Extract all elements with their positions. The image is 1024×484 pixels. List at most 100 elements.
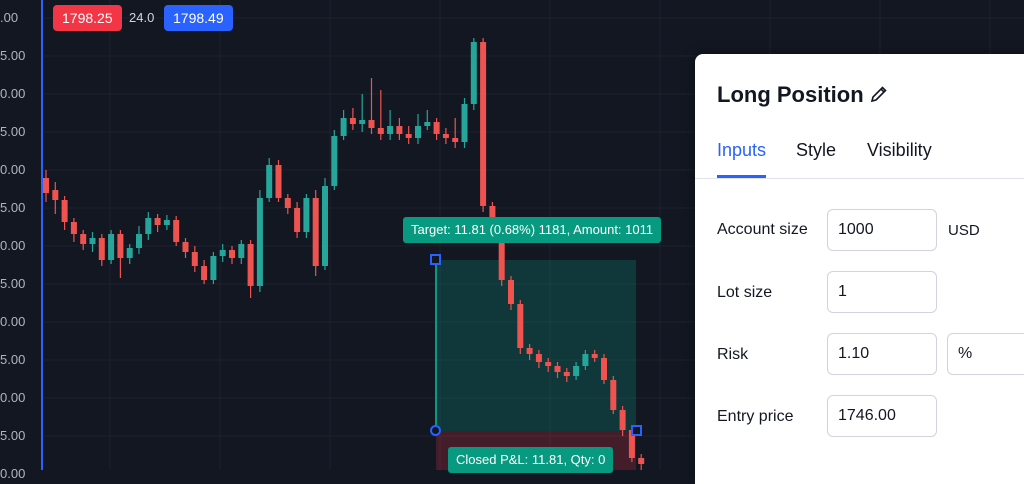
candle-body [554, 366, 561, 372]
lot-size-input[interactable]: 1 [827, 271, 937, 313]
entry-handle[interactable] [430, 425, 441, 436]
candle-body [573, 366, 580, 376]
settings-dialog: Long Position Inputs Style Visibility Ac… [695, 54, 1024, 484]
candle-body [117, 234, 124, 258]
candle-body [535, 354, 542, 362]
candle-body [377, 128, 384, 134]
candle-body [591, 354, 598, 358]
candle-body [210, 256, 217, 280]
candle-body [182, 242, 189, 252]
candle-body [303, 198, 310, 232]
candle-body [275, 165, 282, 198]
candle-body [470, 42, 477, 104]
price-axis-label: 5.00 [0, 124, 26, 139]
tab-inputs[interactable]: Inputs [717, 140, 766, 161]
tab-divider [695, 178, 1024, 179]
account-size-unit: USD [948, 222, 980, 239]
candle-body [256, 198, 263, 286]
candle-body [80, 234, 87, 244]
candle-body [442, 134, 449, 138]
price-axis-label: 5.00 [0, 200, 26, 215]
spread-label: 24.0 [129, 10, 155, 25]
target-label: Target: 11.81 (0.68%) 1181, Amount: 1011 [403, 217, 662, 243]
width-handle[interactable] [631, 425, 642, 436]
candle-body [61, 200, 68, 222]
candle-body [163, 220, 170, 225]
candle-body [173, 220, 180, 242]
price-axis-label: 0.00 [0, 86, 26, 101]
ask-price-badge[interactable]: 1798.49 [164, 5, 233, 31]
candle-body [70, 222, 77, 234]
risk-label: Risk [717, 346, 749, 363]
candle-body [219, 250, 226, 256]
lot-size-label: Lot size [717, 284, 773, 301]
candle-body [349, 118, 356, 124]
price-axis-label: 0.00 [0, 238, 26, 253]
price-axis-label: 5.00 [0, 276, 26, 291]
candle-body [563, 372, 570, 376]
candle-body [201, 266, 208, 280]
candle-body [340, 118, 347, 136]
candle-body [108, 234, 115, 260]
candle-body [136, 234, 142, 248]
candle-body [126, 248, 133, 258]
price-axis-label: .00 [0, 10, 19, 25]
candle-body [433, 122, 440, 134]
pencil-icon[interactable] [869, 84, 889, 104]
candle-body [424, 122, 431, 126]
candle-body [517, 304, 524, 348]
dialog-title: Long Position [717, 82, 864, 107]
risk-unit-select[interactable]: % [947, 333, 1024, 375]
candle-body [526, 348, 533, 354]
account-size-input[interactable]: 1000 [827, 209, 937, 251]
candle-body [582, 354, 589, 366]
candle-body [405, 134, 412, 138]
entry-price-input[interactable]: 1746.00 [827, 395, 937, 437]
candle-body [415, 126, 421, 138]
price-axis-label: 5.00 [0, 428, 26, 443]
candle-body [480, 42, 487, 206]
price-axis-label: 5.00 [0, 48, 26, 63]
candle-body [191, 252, 198, 266]
risk-input[interactable]: 1.10 [827, 333, 937, 375]
candle-body [610, 380, 617, 410]
candle-body [52, 190, 59, 200]
price-axis-label: 0.00 [0, 162, 26, 177]
candle-body [331, 136, 338, 186]
price-axis-label: 0.00 [0, 466, 26, 481]
candle-body [238, 244, 245, 258]
bid-price-badge[interactable]: 1798.25 [53, 5, 122, 31]
candle-body [601, 358, 607, 380]
candle-body [229, 250, 235, 258]
price-axis-label: 5.00 [0, 352, 26, 367]
entry-price-label: Entry price [717, 408, 794, 425]
candle-body [312, 198, 319, 266]
target-handle[interactable] [430, 254, 441, 265]
candle-body [322, 186, 328, 266]
candle-body [359, 120, 366, 124]
candle-body [247, 244, 254, 286]
tab-style[interactable]: Style [796, 140, 836, 161]
account-size-label: Account size [717, 221, 808, 238]
candle-body [638, 458, 645, 464]
candle-body [387, 126, 394, 134]
candle-body [508, 280, 514, 304]
candle-body [266, 165, 273, 198]
candle-body [98, 238, 105, 260]
candle-body [89, 238, 96, 244]
candle-body [396, 126, 403, 134]
candle-body [154, 218, 161, 225]
candle-body [294, 208, 301, 232]
tab-visibility[interactable]: Visibility [867, 140, 932, 161]
candle-body [461, 104, 468, 142]
candle-body [368, 120, 375, 128]
candle-body [545, 362, 552, 366]
target-zone[interactable] [436, 260, 636, 431]
closed-pnl-label: Closed P&L: 11.81, Qty: 0 [448, 447, 614, 473]
candle-body [145, 218, 152, 234]
candle-body [619, 410, 626, 430]
candle-body [284, 198, 291, 208]
price-axis-label: 0.00 [0, 314, 26, 329]
candle-body [43, 178, 49, 193]
price-axis-label: 0.00 [0, 390, 26, 405]
